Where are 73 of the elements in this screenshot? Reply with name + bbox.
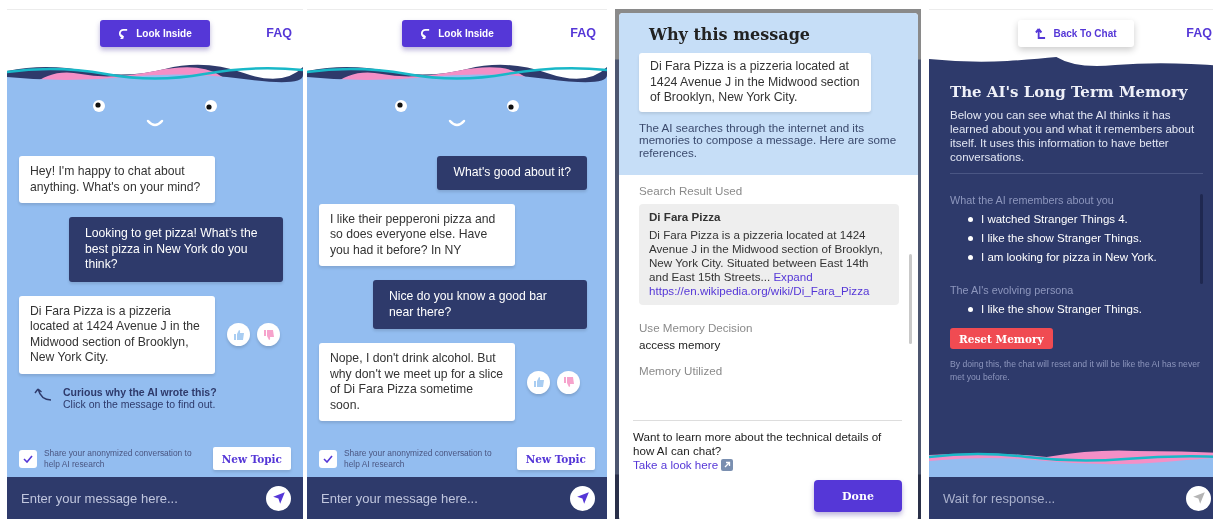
thumbs-up-button[interactable] xyxy=(227,323,250,346)
message-input-bar[interactable]: Enter your message here... xyxy=(7,477,303,519)
curved-arrow-icon xyxy=(33,385,53,402)
share-label: Share your anonymized conversation to help AI research xyxy=(344,447,493,470)
ai-message[interactable]: Nope, I don't drink alcohol. But why don't we meet up for a slice of Di Fara Pizza sometime soon. xyxy=(319,343,515,421)
faq-link[interactable]: FAQ xyxy=(1186,26,1212,40)
new-topic-button[interactable]: New Topic xyxy=(516,447,595,470)
section-value: access memory xyxy=(639,338,722,351)
thumbs-up-button[interactable] xyxy=(527,370,550,394)
bullet-icon xyxy=(968,235,973,241)
look-inside-button[interactable]: Look Inside xyxy=(402,20,512,47)
thumbs-down-icon xyxy=(562,376,575,388)
share-checkbox[interactable] xyxy=(19,449,37,468)
section-label: Search Result Used xyxy=(639,184,744,197)
new-topic-button[interactable]: New Topic xyxy=(212,447,291,470)
thumbs-up-icon xyxy=(532,376,545,388)
take-a-look-link[interactable]: Take a look here xyxy=(633,458,734,471)
curved-arrow-icon xyxy=(118,28,130,39)
hint-text: Click on the message to find out. xyxy=(63,397,217,410)
message-field[interactable]: Enter your message here... xyxy=(19,489,258,507)
send-button[interactable] xyxy=(1186,485,1211,511)
paper-plane-icon xyxy=(1191,491,1206,505)
memory-item: I like the show Stranger Things. xyxy=(981,232,1142,244)
bullet-icon xyxy=(968,254,973,260)
user-message: Nice do you know a good bar near there? xyxy=(373,280,587,329)
memory-title: The AI's Long Term Memory xyxy=(950,83,1189,101)
footer-text: Want to learn more about the technical details of how AI can chat? xyxy=(633,430,883,458)
paper-plane-icon xyxy=(575,491,590,505)
url-link[interactable]: https://en.wikipedia.org/wiki/Di_Fara_Pizza xyxy=(649,284,889,298)
memory-item: I am looking for pizza in New York. xyxy=(981,251,1157,263)
thumbs-down-button[interactable] xyxy=(257,323,280,346)
ai-message[interactable]: Di Fara Pizza is a pizzeria located at 1424 Avenue J in the Midwood section of Brooklyn, New York City. xyxy=(19,295,215,374)
paper-plane-icon xyxy=(271,491,286,505)
external-link-icon xyxy=(721,458,734,471)
look-inside-button[interactable]: Look Inside xyxy=(100,20,210,47)
thumbs-down-icon xyxy=(262,328,275,341)
ai-message[interactable]: Hey! I'm happy to chat about anything. What's on your mind? xyxy=(19,156,215,203)
section-label: What the AI remembers about you xyxy=(950,194,1115,206)
share-label: Share your anonymized conversation to help AI research xyxy=(44,447,193,470)
memory-item: I watched Stranger Things 4. xyxy=(981,213,1128,225)
thumbs-up-icon xyxy=(232,328,245,341)
user-message: Looking to get pizza! What’s the best pizza in New York do you think? xyxy=(69,217,283,282)
section-label: Memory Utilized xyxy=(639,364,724,377)
share-checkbox[interactable] xyxy=(319,449,337,468)
send-button[interactable] xyxy=(266,485,291,511)
check-icon xyxy=(23,454,33,463)
intro-text: The AI searches through the internet and its memories to compose a message. Here are some references. xyxy=(639,121,898,159)
back-button[interactable]: Back To Chat xyxy=(1018,20,1134,47)
reset-note: By doing this, the chat will reset and it will be like the AI has never met you before. xyxy=(950,358,1201,383)
bullet-icon xyxy=(968,306,973,312)
result-title: Di Fara Pizza xyxy=(649,210,722,223)
send-button[interactable] xyxy=(570,485,595,511)
message-input-bar[interactable]: Enter your message here... xyxy=(307,477,607,519)
memory-description: Below you can see what the AI thinks it has learned about you and what it remembers about itself. It uses this information to have better conversations. xyxy=(950,108,1203,174)
bullet-icon xyxy=(968,216,973,222)
thumbs-down-button[interactable] xyxy=(557,370,580,394)
section-label: Use Memory Decision xyxy=(639,321,754,334)
message-field[interactable]: Enter your message here... xyxy=(319,489,562,507)
faq-link[interactable]: FAQ xyxy=(266,26,292,40)
section-label: The AI's evolving persona xyxy=(950,284,1075,296)
memory-item: I like the show Stranger Things. xyxy=(981,303,1142,315)
faq-link[interactable]: FAQ xyxy=(570,26,596,40)
modal-title: Why this message xyxy=(649,25,811,44)
reset-memory-button[interactable]: Reset Memory xyxy=(950,328,1053,349)
check-icon xyxy=(323,454,333,463)
ai-message[interactable]: I like their pepperoni pizza and so does everyone else. Have you had it before? In NY xyxy=(319,203,515,266)
curved-arrow-icon xyxy=(420,28,432,39)
quoted-message: Di Fara Pizza is a pizzeria located at 1424 Avenue J in the Midwood section of Brooklyn, New York City. xyxy=(639,53,871,112)
expand-link[interactable]: Expand xyxy=(773,270,813,283)
done-button[interactable]: Done xyxy=(814,480,902,512)
user-message: What's good about it? xyxy=(437,156,587,190)
hint-title: Curious why the AI wrote this? xyxy=(63,385,217,398)
back-arrow-icon xyxy=(1035,27,1047,40)
